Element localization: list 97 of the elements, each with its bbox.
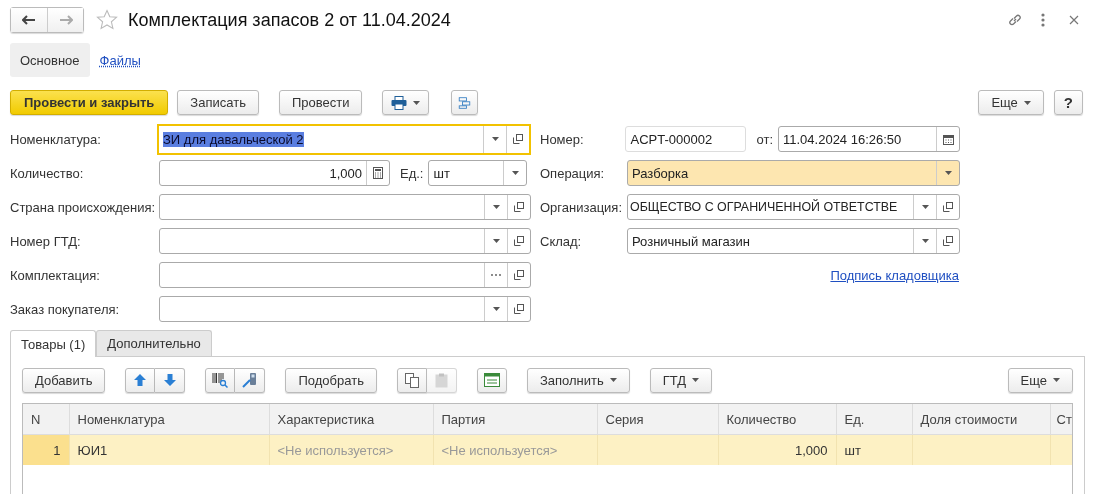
input-field[interactable]: Разборка: [627, 160, 960, 186]
menu-button[interactable]: Заполнить: [526, 367, 630, 393]
unit-field[interactable]: шт: [428, 160, 528, 186]
open-icon: [943, 236, 953, 246]
caret-icon: [413, 100, 421, 105]
move-up-button[interactable]: [125, 367, 156, 393]
table-list-icon: [483, 373, 500, 387]
unit-label: Ед.:: [400, 165, 424, 181]
date-label: от:: [756, 131, 773, 147]
open-icon: [514, 270, 524, 280]
caret-icon: [921, 205, 929, 209]
input-field[interactable]: ACPT-000002: [625, 126, 747, 152]
table-cell: 1: [53, 442, 61, 458]
field-label: Номер:: [540, 131, 585, 147]
column-header[interactable]: N: [31, 411, 41, 427]
field-label: Комплектация:: [10, 267, 101, 283]
caret-icon: [512, 171, 519, 175]
caret-icon: [921, 239, 929, 243]
input-field[interactable]: [159, 262, 531, 288]
signature-link[interactable]: Подпись кладовщика: [830, 267, 959, 283]
copy-icon: [404, 372, 419, 388]
structure-button[interactable]: [451, 90, 479, 115]
caret-icon: [944, 171, 952, 175]
open-icon: [514, 202, 524, 212]
print-button[interactable]: [382, 90, 430, 115]
command-button[interactable]: Провести: [278, 90, 363, 115]
more-menu-button[interactable]: Еще: [1007, 367, 1073, 393]
more-options-icon[interactable]: [1041, 13, 1045, 27]
toolbar-button[interactable]: Добавить: [22, 367, 106, 393]
close-icon[interactable]: [1069, 15, 1079, 25]
field-label: Организация:: [540, 199, 624, 215]
back-arrow-icon: [22, 15, 36, 25]
caret-icon: [491, 137, 499, 141]
input-field[interactable]: [159, 296, 531, 322]
field-label: Страна происхождения:: [10, 199, 157, 215]
input-field[interactable]: [159, 228, 531, 254]
field-label: Количество:: [10, 165, 85, 181]
report-button[interactable]: [476, 367, 507, 393]
link-icon[interactable]: [1007, 12, 1023, 28]
caret-icon: [492, 239, 500, 243]
star-icon[interactable]: [96, 9, 118, 31]
caret-icon: [692, 378, 700, 382]
field-label: Номенклатура:: [10, 131, 102, 147]
input-field[interactable]: Розничный магазин: [627, 228, 960, 254]
menu-button[interactable]: ГТД: [649, 367, 713, 393]
date-field[interactable]: 11.04.2024 16:26:50: [778, 126, 960, 152]
post-and-close-button[interactable]: Провести и закрыть: [10, 90, 169, 115]
move-down-button[interactable]: [155, 367, 186, 393]
caret-icon: [492, 307, 500, 311]
caret-icon: [609, 378, 617, 382]
caret-icon: [492, 205, 500, 209]
input-field[interactable]: ОБЩЕСТВО С ОГРАНИЧЕННОЙ ОТВЕТСТВЕ: [627, 194, 960, 220]
input-field[interactable]: [159, 194, 531, 220]
scanner-icon: [241, 372, 258, 388]
table-row[interactable]: 1 ЮИ1 <Не используется> <Не используется> 1,000 шт: [23, 434, 1072, 465]
clipboard-icon: [434, 372, 448, 388]
scanner-button[interactable]: [235, 367, 266, 393]
input-field[interactable]: ЗИ для давальческой 2: [157, 123, 531, 155]
tab[interactable]: Товары (1): [10, 330, 97, 357]
field-label: Номер ГТД:: [10, 233, 82, 249]
input-field[interactable]: 1,000: [159, 160, 390, 186]
open-icon: [514, 236, 524, 246]
down-arrow-icon: [163, 374, 176, 386]
help-button[interactable]: ?: [1053, 90, 1083, 115]
open-icon: [513, 134, 523, 144]
caret-icon: [1023, 100, 1031, 105]
forward-arrow-icon: [58, 15, 73, 25]
tab[interactable]: Дополнительно: [96, 330, 212, 356]
field-label: Заказ покупателя:: [10, 301, 121, 317]
copy-button[interactable]: [396, 367, 427, 393]
section-tab[interactable]: Файлы: [89, 43, 151, 77]
open-icon: [943, 202, 953, 212]
window-title: Комплектация запасов 2 от 11.04.2024: [128, 9, 451, 31]
section-tab[interactable]: Основное: [10, 43, 90, 77]
table-cell: <Не используется>: [441, 442, 558, 458]
field-label: Склад:: [540, 233, 583, 249]
printer-icon: [391, 95, 408, 110]
back-button[interactable]: [11, 8, 47, 32]
more-menu-button[interactable]: Еще: [978, 90, 1044, 115]
column-header[interactable]: Серия: [605, 411, 644, 427]
table-cell: шт: [844, 442, 861, 458]
up-arrow-icon: [134, 374, 147, 386]
open-icon: [514, 304, 524, 314]
barcode-icon: [212, 372, 229, 388]
table-cell: <Не используется>: [277, 442, 394, 458]
command-button[interactable]: Записать: [177, 90, 259, 115]
calculator-icon: [373, 167, 383, 179]
table-cell: ЮИ1: [77, 442, 108, 458]
caret-icon: [1053, 378, 1060, 382]
table-cell: 1,000: [794, 442, 828, 458]
field-label: Операция:: [540, 165, 606, 181]
column-header[interactable]: Ед.: [844, 411, 865, 427]
toolbar-button[interactable]: Подобрать: [285, 367, 377, 393]
column-header[interactable]: Партия: [441, 411, 486, 427]
hierarchy-icon: [458, 94, 472, 111]
calendar-icon: [942, 133, 954, 145]
barcode-search-button[interactable]: [205, 367, 236, 393]
